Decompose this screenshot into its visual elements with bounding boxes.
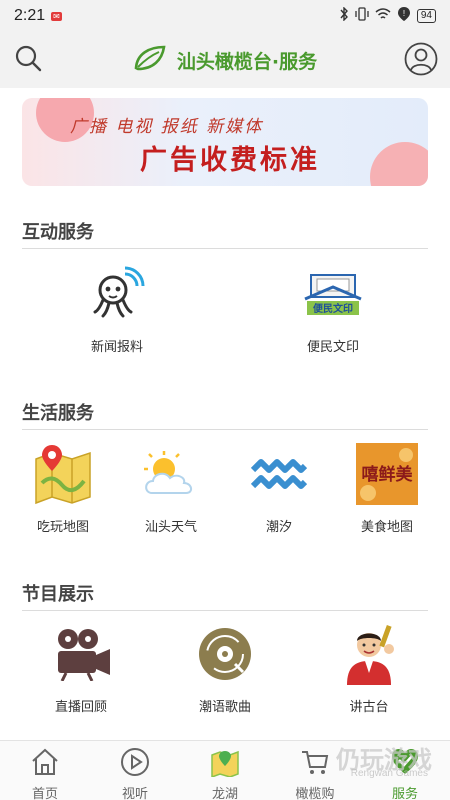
- banner-subtitle: 广播 电视 报纸 新媒体: [70, 117, 264, 137]
- tab-media[interactable]: 视听: [100, 747, 170, 800]
- section-title-interactive: 互动服务: [22, 222, 94, 243]
- grid-item-print[interactable]: 便民文印 便民文印: [278, 262, 388, 355]
- cart-icon: [300, 747, 330, 781]
- food-icon: 嘻鲜美: [355, 442, 419, 506]
- status-icons: ! 94: [339, 6, 436, 26]
- map-icon: [31, 442, 95, 506]
- leaf-logo-icon: [133, 44, 167, 77]
- grid-item-weather[interactable]: 汕头天气: [116, 442, 226, 535]
- grid-item-label: 潮汐: [265, 520, 292, 535]
- tab-label: 橄榄购: [295, 787, 335, 800]
- divider: [22, 610, 428, 611]
- grid-item-fun-map[interactable]: 吃玩地图: [8, 442, 118, 535]
- brand: 汕头橄榄台·服务: [133, 44, 317, 77]
- svg-text:便民文印: 便民文印: [313, 302, 353, 315]
- divider: [22, 248, 428, 249]
- grid-item-label: 潮语歌曲: [198, 700, 251, 715]
- camera-icon: [49, 622, 113, 686]
- grid-item-label: 美食地图: [360, 520, 413, 535]
- wave-icon: [247, 442, 311, 506]
- tab-label: 服务: [391, 787, 418, 800]
- grid-item-tide[interactable]: 潮汐: [224, 442, 334, 535]
- watermark-sub: Rengwan Games: [350, 768, 428, 779]
- section-title-programs: 节目展示: [22, 584, 94, 605]
- play-icon: [120, 747, 150, 781]
- grid-item-teochew-songs[interactable]: 潮语歌曲: [170, 622, 280, 715]
- grid-item-label: 便民文印: [306, 340, 359, 355]
- grid-item-label: 新闻报料: [90, 340, 143, 355]
- status-time: 2:21: [14, 7, 46, 24]
- tab-label: 首页: [31, 787, 58, 800]
- tab-label: 视听: [121, 787, 148, 800]
- tab-longhu[interactable]: 龙湖: [190, 747, 260, 800]
- storyteller-icon: [337, 622, 401, 686]
- grid-item-storytelling[interactable]: 讲古台: [314, 622, 424, 715]
- divider: [22, 429, 428, 430]
- vinyl-icon: [193, 622, 257, 686]
- map-pin-icon: [210, 747, 240, 781]
- section-title-life: 生活服务: [22, 403, 94, 424]
- banner-title: 广告收费标准: [140, 145, 320, 176]
- grid-item-label: 讲古台: [349, 700, 389, 715]
- weather-icon: [139, 442, 203, 506]
- alert-icon: !: [397, 6, 411, 26]
- ad-pricing-banner[interactable]: 广播 电视 报纸 新媒体 广告收费标准: [22, 98, 428, 186]
- grid-item-live-replay[interactable]: 直播回顾: [26, 622, 136, 715]
- search-icon[interactable]: [14, 44, 44, 74]
- notification-icon: ✉: [51, 11, 62, 21]
- battery-indicator: 94: [416, 9, 436, 23]
- vibrate-icon: [355, 7, 369, 25]
- tab-home[interactable]: 首页: [10, 747, 80, 800]
- grid-item-label: 直播回顾: [54, 700, 107, 715]
- page-title: 汕头橄榄台·服务: [176, 50, 318, 73]
- user-avatar-icon[interactable]: [404, 42, 438, 76]
- grid-item-food-map[interactable]: 嘻鲜美 美食地图: [332, 442, 442, 535]
- grid-item-news-tip[interactable]: 新闻报料: [62, 262, 172, 355]
- svg-text:嘻鲜美: 嘻鲜美: [362, 464, 414, 485]
- status-bar: 2:21 ✉ ! 94: [0, 0, 450, 32]
- app-header: 汕头橄榄台·服务: [0, 32, 450, 88]
- tab-label: 龙湖: [211, 787, 238, 800]
- octopus-icon: [85, 262, 149, 326]
- svg-text:!: !: [403, 9, 405, 18]
- grid-item-label: 吃玩地图: [36, 520, 89, 535]
- print-icon: 便民文印: [301, 262, 365, 326]
- home-icon: [30, 747, 60, 781]
- wifi-icon: [375, 7, 391, 25]
- grid-item-label: 汕头天气: [144, 520, 197, 535]
- bluetooth-icon: [339, 6, 349, 25]
- banner-decoration: [370, 142, 428, 186]
